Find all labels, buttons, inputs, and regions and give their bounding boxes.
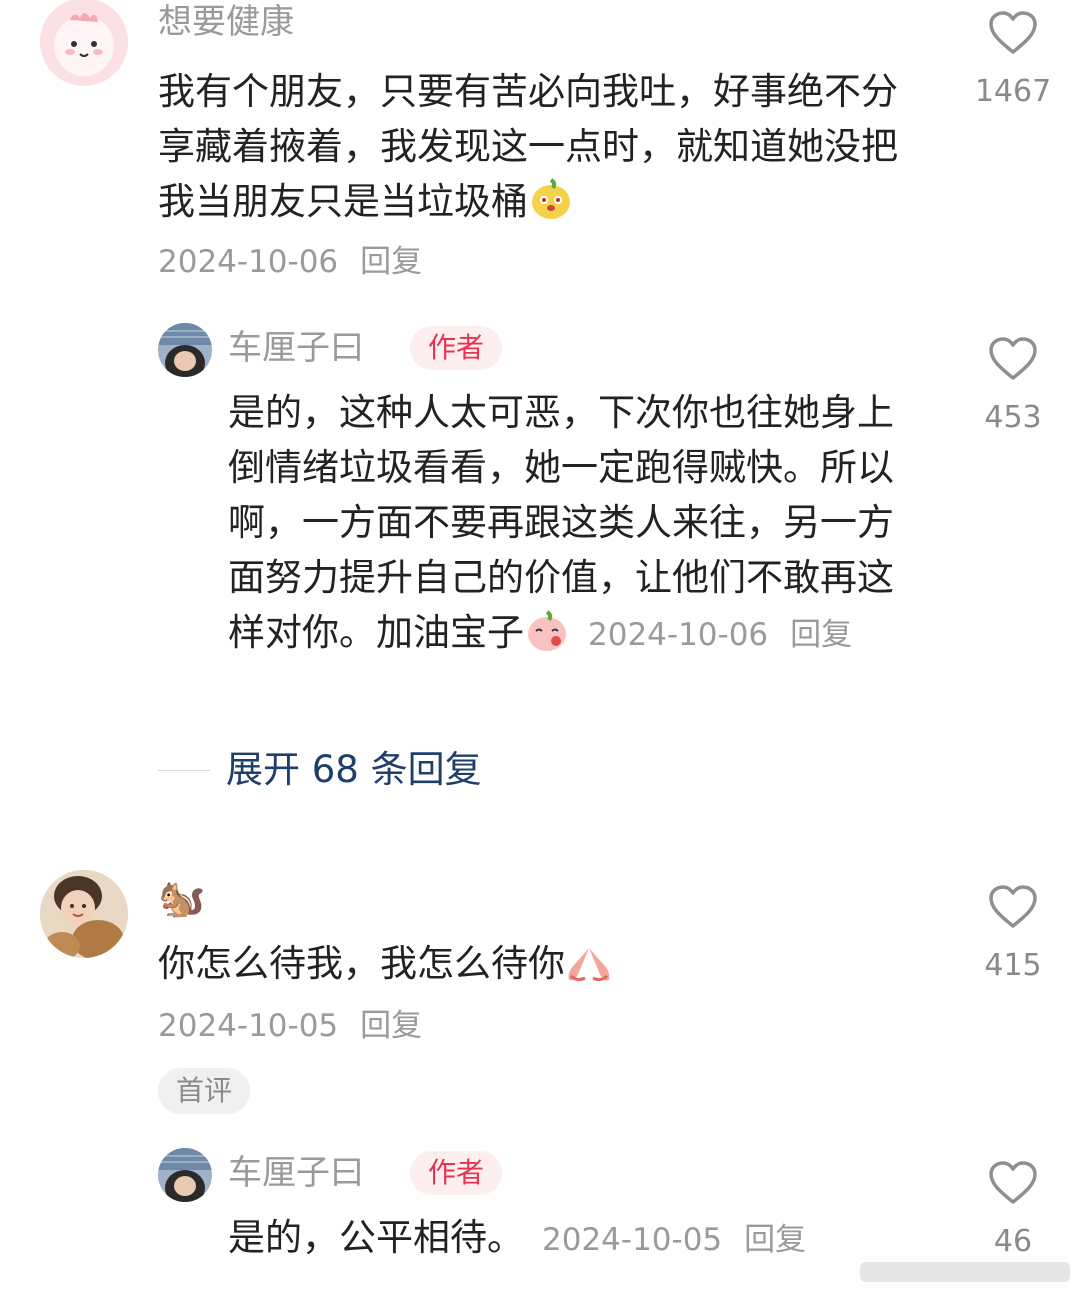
reply-author[interactable]: 车厘子曰 — [228, 1151, 364, 1195]
comment-author[interactable]: 🐿️ — [158, 876, 205, 920]
heart-outline-icon — [989, 337, 1037, 380]
reply-author[interactable]: 车厘子曰 — [228, 326, 364, 370]
watermark-bar — [860, 1262, 1070, 1282]
blushing-peach-emoji — [524, 607, 570, 668]
avatar[interactable] — [40, 0, 128, 86]
squirrel-emoji: 🐿️ — [158, 876, 206, 920]
reply-text: 是的，公平相待。 2024-10-05 回复 — [228, 1216, 807, 1259]
comment-meta: 2024-10-05 回复 — [158, 1006, 422, 1046]
praying-hands-emoji — [565, 942, 613, 999]
reply-date: 2024-10-05 — [542, 1222, 723, 1258]
avatar[interactable] — [40, 870, 128, 958]
heart-outline-icon — [989, 11, 1037, 54]
avatar[interactable] — [158, 323, 212, 377]
comment-date: 2024-10-06 — [158, 244, 339, 280]
reply-button[interactable]: 回复 — [744, 1222, 806, 1258]
reply-button[interactable]: 回复 — [790, 617, 852, 653]
reply-text: 是的，这种人太可恶，下次你也往她身上倒情绪垃圾看看，她一定跑得贼快。所以啊，一方… — [228, 385, 918, 668]
comment-text: 你怎么待我，我怎么待你 — [158, 936, 918, 999]
like-count: 1467 — [974, 74, 1052, 109]
avatar[interactable] — [158, 1148, 212, 1202]
reply-button[interactable]: 回复 — [360, 244, 422, 280]
comment-author[interactable]: 想要健康 — [158, 0, 294, 44]
comment-meta: 2024-10-06 回复 — [158, 242, 422, 282]
like-button[interactable]: 453 — [973, 336, 1053, 438]
like-count: 453 — [984, 400, 1042, 435]
divider — [158, 770, 210, 771]
reply-button[interactable]: 回复 — [360, 1008, 422, 1044]
first-comment-tag: 首评 — [158, 1068, 251, 1114]
comment-text: 我有个朋友，只要有苦必向我吐，好事绝不分享藏着掖着，我发现这一点时，就知道她没把… — [158, 64, 918, 237]
like-button[interactable]: 415 — [973, 884, 1053, 986]
like-button[interactable]: 1467 — [973, 10, 1053, 112]
like-button[interactable]: 46 — [973, 1160, 1053, 1262]
expand-replies-link[interactable]: 展开 68 条回复 — [226, 745, 482, 795]
author-badge: 作者 — [410, 1151, 503, 1195]
heart-outline-icon — [989, 1161, 1037, 1204]
heart-outline-icon — [989, 885, 1037, 928]
author-badge: 作者 — [410, 326, 503, 370]
like-count: 46 — [993, 1224, 1033, 1259]
grinning-peach-emoji — [528, 176, 574, 237]
comment-date: 2024-10-05 — [158, 1008, 339, 1044]
like-count: 415 — [984, 948, 1042, 983]
reply-date: 2024-10-06 — [588, 617, 769, 653]
